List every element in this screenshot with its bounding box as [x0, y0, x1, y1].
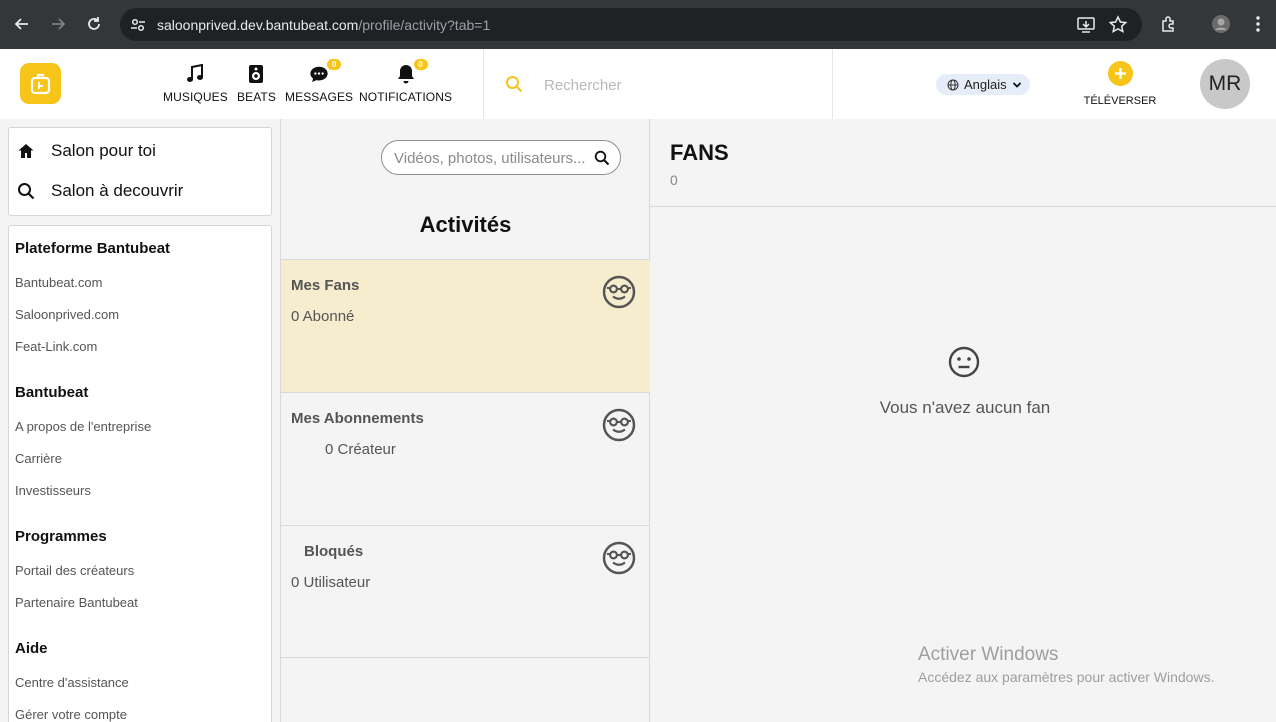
activity-count: 0 Abonné: [291, 308, 355, 325]
fans-panel: FANS 0 Vous n'avez aucun fan: [650, 119, 1276, 722]
smiley-glasses-icon: [602, 408, 636, 442]
music-note-icon: [185, 63, 205, 85]
extensions-button[interactable]: [1158, 13, 1180, 35]
footer-link[interactable]: Bantubeat.com: [15, 275, 102, 290]
profile-avatar-icon: [1212, 15, 1230, 33]
fans-count: 0: [670, 172, 678, 188]
reload-icon: [88, 17, 100, 30]
upload-label: TÉLÉVERSER: [1083, 95, 1157, 107]
bookmark-star-icon[interactable]: [1108, 15, 1128, 35]
header-divider: [832, 49, 833, 119]
language-label: Anglais: [964, 77, 1007, 92]
notifications-badge: 0: [413, 59, 428, 70]
activity-count: 0 Créateur: [325, 441, 396, 458]
activity-bloques[interactable]: Bloqués 0 Utilisateur: [281, 525, 650, 658]
activity-title: Mes Fans: [291, 277, 360, 294]
footer-link[interactable]: A propos de l'entreprise: [15, 419, 151, 434]
activities-bottom-divider: [281, 657, 650, 658]
activity-mes-abonnements[interactable]: Mes Abonnements 0 Créateur: [281, 392, 650, 525]
nav-label: MESSAGES: [285, 90, 354, 104]
salon-item-pour-toi[interactable]: Salon pour toi: [17, 141, 156, 161]
section-title: Bantubeat: [15, 384, 89, 401]
footer-link[interactable]: Partenaire Bantubeat: [15, 595, 138, 610]
globe-icon: [947, 79, 959, 90]
search-icon: [18, 183, 35, 200]
back-button[interactable]: [11, 13, 33, 35]
app-header: MUSIQUES BEATS 0 MESSAGES 0 NOTIFICATION…: [0, 49, 1276, 119]
page-body: Salon pour toi Salon à decouvrir Platefo…: [0, 119, 1276, 722]
chevron-down-icon: [1012, 81, 1021, 88]
chat-bubble-icon: 0: [309, 59, 342, 85]
nav-label: MUSIQUES: [163, 90, 228, 104]
section-title: Programmes: [15, 528, 107, 545]
fans-title: FANS: [670, 140, 729, 165]
header-search-placeholder: Rechercher: [544, 77, 622, 94]
left-sidebar: Salon pour toi Salon à decouvrir Platefo…: [0, 119, 281, 722]
nav-beats[interactable]: BEATS: [237, 63, 276, 104]
nav-notifications[interactable]: 0 NOTIFICATIONS: [359, 59, 453, 104]
bell-icon: 0: [396, 59, 428, 85]
watermark-title: Activer Windows: [918, 644, 1059, 665]
footer-link[interactable]: Portail des créateurs: [15, 563, 134, 578]
footer-link[interactable]: Saloonprived.com: [15, 307, 119, 322]
footer-link[interactable]: Carrière: [15, 451, 62, 466]
browser-menu-button[interactable]: [1247, 13, 1269, 35]
empty-state-text: Vous n'avez aucun fan: [879, 398, 1051, 417]
activities-search-placeholder: Vidéos, photos, utilisateurs...: [394, 150, 586, 167]
plus-icon: [1107, 61, 1133, 86]
activity-title: Mes Abonnements: [291, 410, 424, 427]
home-icon: [18, 144, 34, 158]
nav-musiques[interactable]: MUSIQUES: [163, 63, 228, 104]
footer-link[interactable]: Gérer votre compte: [15, 707, 127, 722]
search-icon[interactable]: [594, 150, 610, 166]
activity-count: 0 Utilisateur: [291, 574, 371, 591]
activities-search-input[interactable]: Vidéos, photos, utilisateurs...: [381, 140, 621, 175]
section-title: Aide: [15, 640, 48, 657]
messages-badge: 0: [327, 59, 342, 70]
activities-column: Vidéos, photos, utilisateurs... Activité…: [281, 119, 650, 722]
reload-button[interactable]: [83, 13, 105, 35]
nav-label: BEATS: [237, 90, 276, 104]
salon-item-label: Salon à decouvrir: [51, 181, 184, 200]
address-bar[interactable]: saloonprived.dev.bantubeat.com/profile/a…: [120, 8, 1142, 41]
footer-links-card: Plateforme Bantubeat Bantubeat.com Saloo…: [8, 225, 272, 722]
activities-title: Activités: [419, 212, 512, 237]
bantubeat-logo[interactable]: [20, 63, 61, 104]
windows-activation-watermark: Activer Windows Accédez aux paramètres p…: [918, 644, 1214, 685]
search-icon: [506, 76, 523, 93]
watermark-subtitle: Accédez aux paramètres pour activer Wind…: [918, 669, 1215, 685]
smiley-glasses-icon: [602, 275, 636, 309]
speaker-icon: [246, 63, 266, 85]
fans-divider: [650, 206, 1276, 207]
user-avatar[interactable]: MR: [1200, 59, 1250, 109]
nav-messages[interactable]: 0 MESSAGES: [285, 59, 354, 104]
forward-button[interactable]: [47, 13, 69, 35]
nav-label: NOTIFICATIONS: [359, 90, 453, 104]
footer-link[interactable]: Investisseurs: [15, 483, 91, 498]
salon-item-label: Salon pour toi: [51, 141, 156, 160]
activity-mes-fans[interactable]: Mes Fans 0 Abonné: [281, 259, 650, 392]
site-settings-icon[interactable]: [128, 15, 148, 35]
url-text: saloonprived.dev.bantubeat.com/profile/a…: [157, 17, 491, 33]
header-search[interactable]: Rechercher: [484, 49, 832, 119]
upload-button[interactable]: TÉLÉVERSER: [1084, 61, 1156, 107]
activity-title: Bloqués: [304, 543, 364, 560]
kebab-menu-icon: [1256, 16, 1260, 32]
arrow-left-icon: [14, 18, 28, 30]
neutral-face-icon: [948, 346, 980, 378]
language-selector[interactable]: Anglais: [936, 74, 1030, 95]
arrow-right-icon: [52, 18, 66, 30]
footer-link[interactable]: Centre d'assistance: [15, 675, 129, 690]
profile-button[interactable]: [1210, 13, 1232, 35]
browser-toolbar: saloonprived.dev.bantubeat.com/profile/a…: [0, 0, 1276, 49]
logo-icon: [30, 73, 50, 94]
puzzle-icon: [1162, 16, 1174, 32]
footer-link[interactable]: Feat-Link.com: [15, 339, 97, 354]
salon-item-decouvrir[interactable]: Salon à decouvrir: [17, 181, 183, 201]
install-app-icon[interactable]: [1076, 15, 1096, 35]
section-title: Plateforme Bantubeat: [15, 240, 171, 257]
salon-card: Salon pour toi Salon à decouvrir: [8, 127, 272, 216]
smiley-glasses-icon: [602, 541, 636, 575]
